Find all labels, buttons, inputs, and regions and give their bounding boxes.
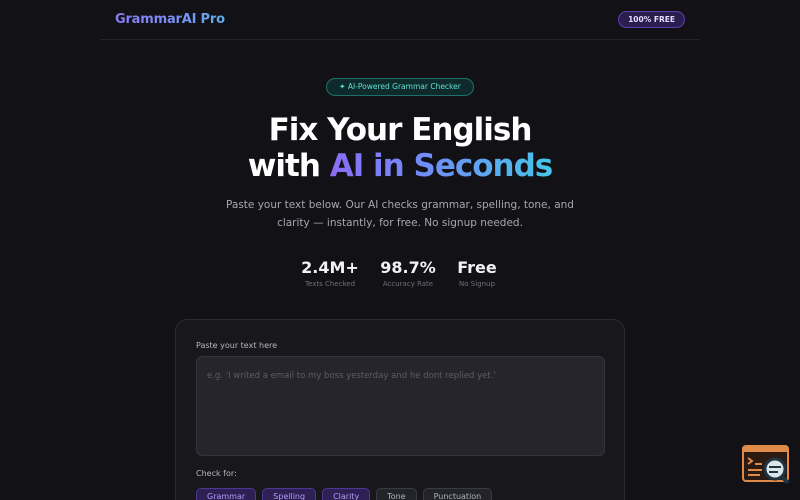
option-tone-chip[interactable]: Tone — [376, 488, 417, 500]
stat-no-signup: Free No Signup — [454, 258, 500, 288]
hero-subtitle: Paste your text below. Our AI checks gra… — [226, 199, 574, 229]
stat-texts-checked: 2.4M+ Texts Checked — [298, 258, 362, 288]
top-navigation: GrammarAI Pro 100% FREE — [100, 0, 700, 40]
headline-accent-text: AI in Seconds — [329, 148, 554, 184]
stat-accuracy-rate: 98.7% Accuracy Rate — [376, 258, 440, 288]
text-input-area[interactable] — [196, 356, 605, 456]
stat-value: 2.4M+ — [301, 258, 359, 277]
terminal-search-icon[interactable] — [742, 445, 790, 485]
stat-label: Texts Checked — [304, 280, 356, 288]
grammar-checker-card: Paste your text here Check for: Grammar … — [175, 319, 625, 500]
stat-value: Free — [457, 258, 497, 277]
check-for-label: Check for: — [196, 469, 237, 478]
free-badge: 100% FREE — [618, 11, 685, 28]
text-input-label: Paste your text here — [196, 341, 278, 350]
option-spelling-chip[interactable]: Spelling — [262, 488, 317, 500]
check-options: Grammar Spelling Clarity Tone Punctuatio… — [196, 488, 493, 500]
stat-label: No Signup — [459, 280, 495, 288]
headline-line-2: with AI in Seconds — [0, 148, 800, 184]
stat-value: 98.7% — [380, 258, 436, 277]
brand-logo[interactable]: GrammarAI Pro — [115, 12, 225, 27]
option-grammar-chip[interactable]: Grammar — [196, 488, 257, 500]
option-clarity-chip[interactable]: Clarity — [322, 488, 371, 500]
headline-line-1: Fix Your English — [268, 112, 533, 148]
headline-plain-text: with — [247, 148, 330, 184]
stat-label: Accuracy Rate — [382, 280, 434, 288]
option-punctuation-chip[interactable]: Punctuation — [422, 488, 493, 500]
hero-tagline-pill: ✦ AI-Powered Grammar Checker — [326, 78, 474, 96]
